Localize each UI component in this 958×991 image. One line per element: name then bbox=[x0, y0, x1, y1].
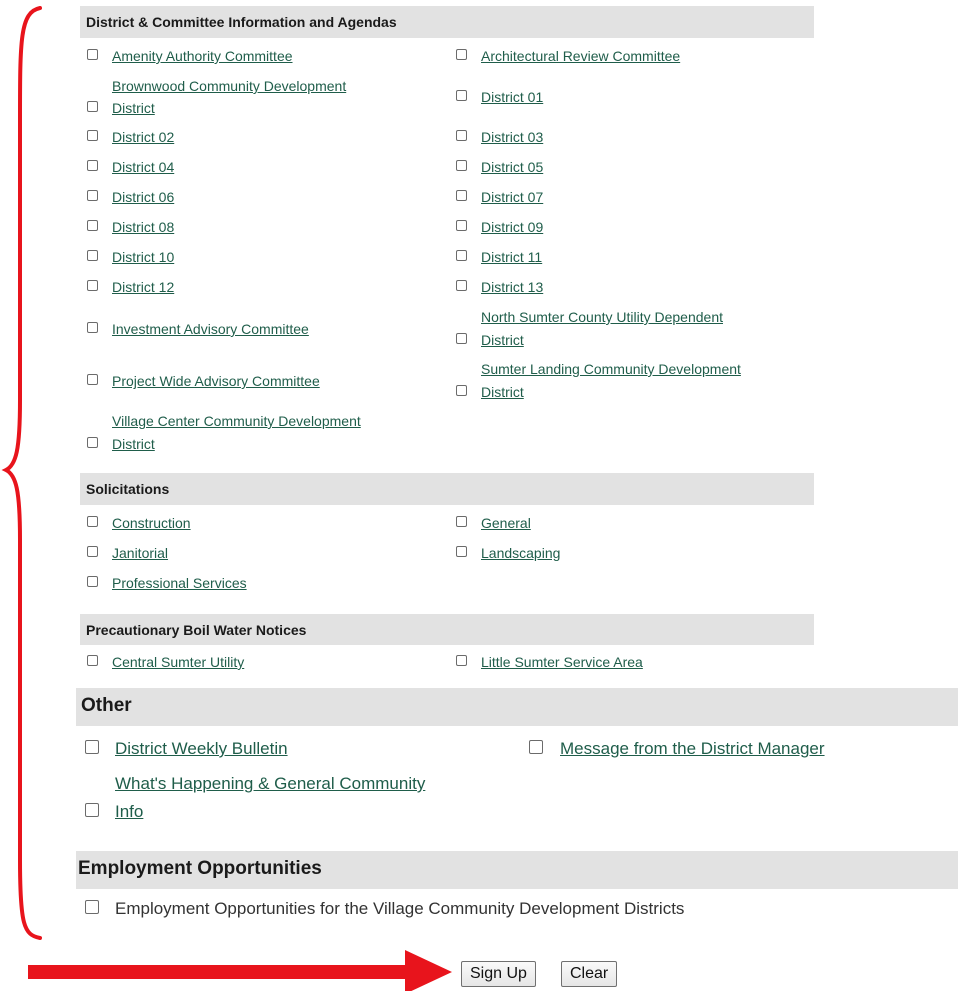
link-district-06[interactable]: District 06 bbox=[112, 185, 174, 209]
link-north-sumter-line2[interactable]: District bbox=[481, 328, 524, 352]
link-sumter-landing-line2[interactable]: District bbox=[481, 380, 524, 404]
checkbox-landscaping[interactable] bbox=[456, 546, 467, 557]
section-header-district: District & Committee Information and Age… bbox=[80, 6, 814, 38]
checkbox-professional-services[interactable] bbox=[87, 576, 98, 587]
checkbox-construction[interactable] bbox=[87, 516, 98, 527]
link-whats-happening-line1[interactable]: What's Happening & General Community bbox=[115, 772, 425, 796]
label-employment[interactable]: Employment Opportunities for the Village… bbox=[115, 897, 684, 921]
link-district-07[interactable]: District 07 bbox=[481, 185, 543, 209]
link-brownwood-line2[interactable]: District bbox=[112, 96, 155, 120]
checkbox-little-sumter[interactable] bbox=[456, 655, 467, 666]
sign-up-button[interactable]: Sign Up bbox=[461, 961, 536, 987]
checkbox-central-sumter[interactable] bbox=[87, 655, 98, 666]
checkbox-investment-advisory[interactable] bbox=[87, 322, 98, 333]
link-district-03[interactable]: District 03 bbox=[481, 125, 543, 149]
checkbox-district-11[interactable] bbox=[456, 250, 467, 261]
checkbox-north-sumter[interactable] bbox=[456, 333, 467, 344]
link-little-sumter[interactable]: Little Sumter Service Area bbox=[481, 650, 643, 674]
link-district-13[interactable]: District 13 bbox=[481, 275, 543, 299]
checkbox-district-06[interactable] bbox=[87, 190, 98, 201]
checkbox-janitorial[interactable] bbox=[87, 546, 98, 557]
link-brownwood-line1[interactable]: Brownwood Community Development bbox=[112, 74, 346, 98]
checkbox-weekly-bulletin[interactable] bbox=[85, 740, 99, 754]
checkbox-village-center[interactable] bbox=[87, 437, 98, 448]
link-district-08[interactable]: District 08 bbox=[112, 215, 174, 239]
checkbox-district-13[interactable] bbox=[456, 280, 467, 291]
checkbox-amenity-authority[interactable] bbox=[87, 49, 98, 60]
link-investment-advisory[interactable]: Investment Advisory Committee bbox=[112, 317, 309, 341]
checkbox-district-01[interactable] bbox=[456, 90, 467, 101]
checkbox-district-04[interactable] bbox=[87, 160, 98, 171]
link-construction[interactable]: Construction bbox=[112, 511, 191, 535]
link-professional-services[interactable]: Professional Services bbox=[112, 571, 247, 595]
link-janitorial[interactable]: Janitorial bbox=[112, 541, 168, 565]
checkbox-sumter-landing[interactable] bbox=[456, 385, 467, 396]
link-whats-happening-line2[interactable]: Info bbox=[115, 800, 143, 824]
link-weekly-bulletin[interactable]: District Weekly Bulletin bbox=[115, 737, 288, 761]
link-district-09[interactable]: District 09 bbox=[481, 215, 543, 239]
checkbox-district-03[interactable] bbox=[456, 130, 467, 141]
link-district-11[interactable]: District 11 bbox=[481, 245, 542, 269]
checkbox-district-05[interactable] bbox=[456, 160, 467, 171]
checkbox-district-07[interactable] bbox=[456, 190, 467, 201]
checkbox-employment[interactable] bbox=[85, 900, 99, 914]
link-amenity-authority[interactable]: Amenity Authority Committee bbox=[112, 44, 293, 68]
section-header-boil-water: Precautionary Boil Water Notices bbox=[80, 614, 814, 645]
link-general[interactable]: General bbox=[481, 511, 531, 535]
red-arrow-head-icon bbox=[405, 950, 452, 991]
clear-button[interactable]: Clear bbox=[561, 961, 618, 987]
link-sumter-landing-line1[interactable]: Sumter Landing Community Development bbox=[481, 357, 741, 381]
red-brace-icon bbox=[1, 6, 42, 940]
link-district-05[interactable]: District 05 bbox=[481, 155, 543, 179]
link-north-sumter-line1[interactable]: North Sumter County Utility Dependent bbox=[481, 305, 723, 329]
checkbox-district-12[interactable] bbox=[87, 280, 98, 291]
checkbox-general[interactable] bbox=[456, 516, 467, 527]
checkbox-whats-happening[interactable] bbox=[85, 803, 99, 817]
link-landscaping[interactable]: Landscaping bbox=[481, 541, 560, 565]
checkbox-brownwood[interactable] bbox=[87, 101, 98, 112]
section-header-solicitations: Solicitations bbox=[80, 473, 814, 505]
link-district-04[interactable]: District 04 bbox=[112, 155, 174, 179]
link-village-center-line1[interactable]: Village Center Community Development bbox=[112, 409, 361, 433]
link-district-01[interactable]: District 01 bbox=[481, 85, 543, 109]
checkbox-district-09[interactable] bbox=[456, 220, 467, 231]
link-district-manager[interactable]: Message from the District Manager bbox=[560, 737, 825, 761]
link-architectural-review[interactable]: Architectural Review Committee bbox=[481, 44, 680, 68]
checkbox-district-manager[interactable] bbox=[529, 740, 543, 754]
link-central-sumter[interactable]: Central Sumter Utility bbox=[112, 650, 244, 674]
link-project-wide[interactable]: Project Wide Advisory Committee bbox=[112, 369, 320, 393]
checkbox-architectural-review[interactable] bbox=[456, 49, 467, 60]
checkbox-district-02[interactable] bbox=[87, 130, 98, 141]
red-arrow-shaft bbox=[28, 965, 408, 979]
section-header-other: Other bbox=[76, 688, 958, 726]
link-district-10[interactable]: District 10 bbox=[112, 245, 174, 269]
link-village-center-line2[interactable]: District bbox=[112, 432, 155, 456]
section-header-employment: Employment Opportunities bbox=[76, 851, 958, 889]
link-district-12[interactable]: District 12 bbox=[112, 275, 174, 299]
checkbox-project-wide[interactable] bbox=[87, 374, 98, 385]
checkbox-district-08[interactable] bbox=[87, 220, 98, 231]
checkbox-district-10[interactable] bbox=[87, 250, 98, 261]
link-district-02[interactable]: District 02 bbox=[112, 125, 174, 149]
